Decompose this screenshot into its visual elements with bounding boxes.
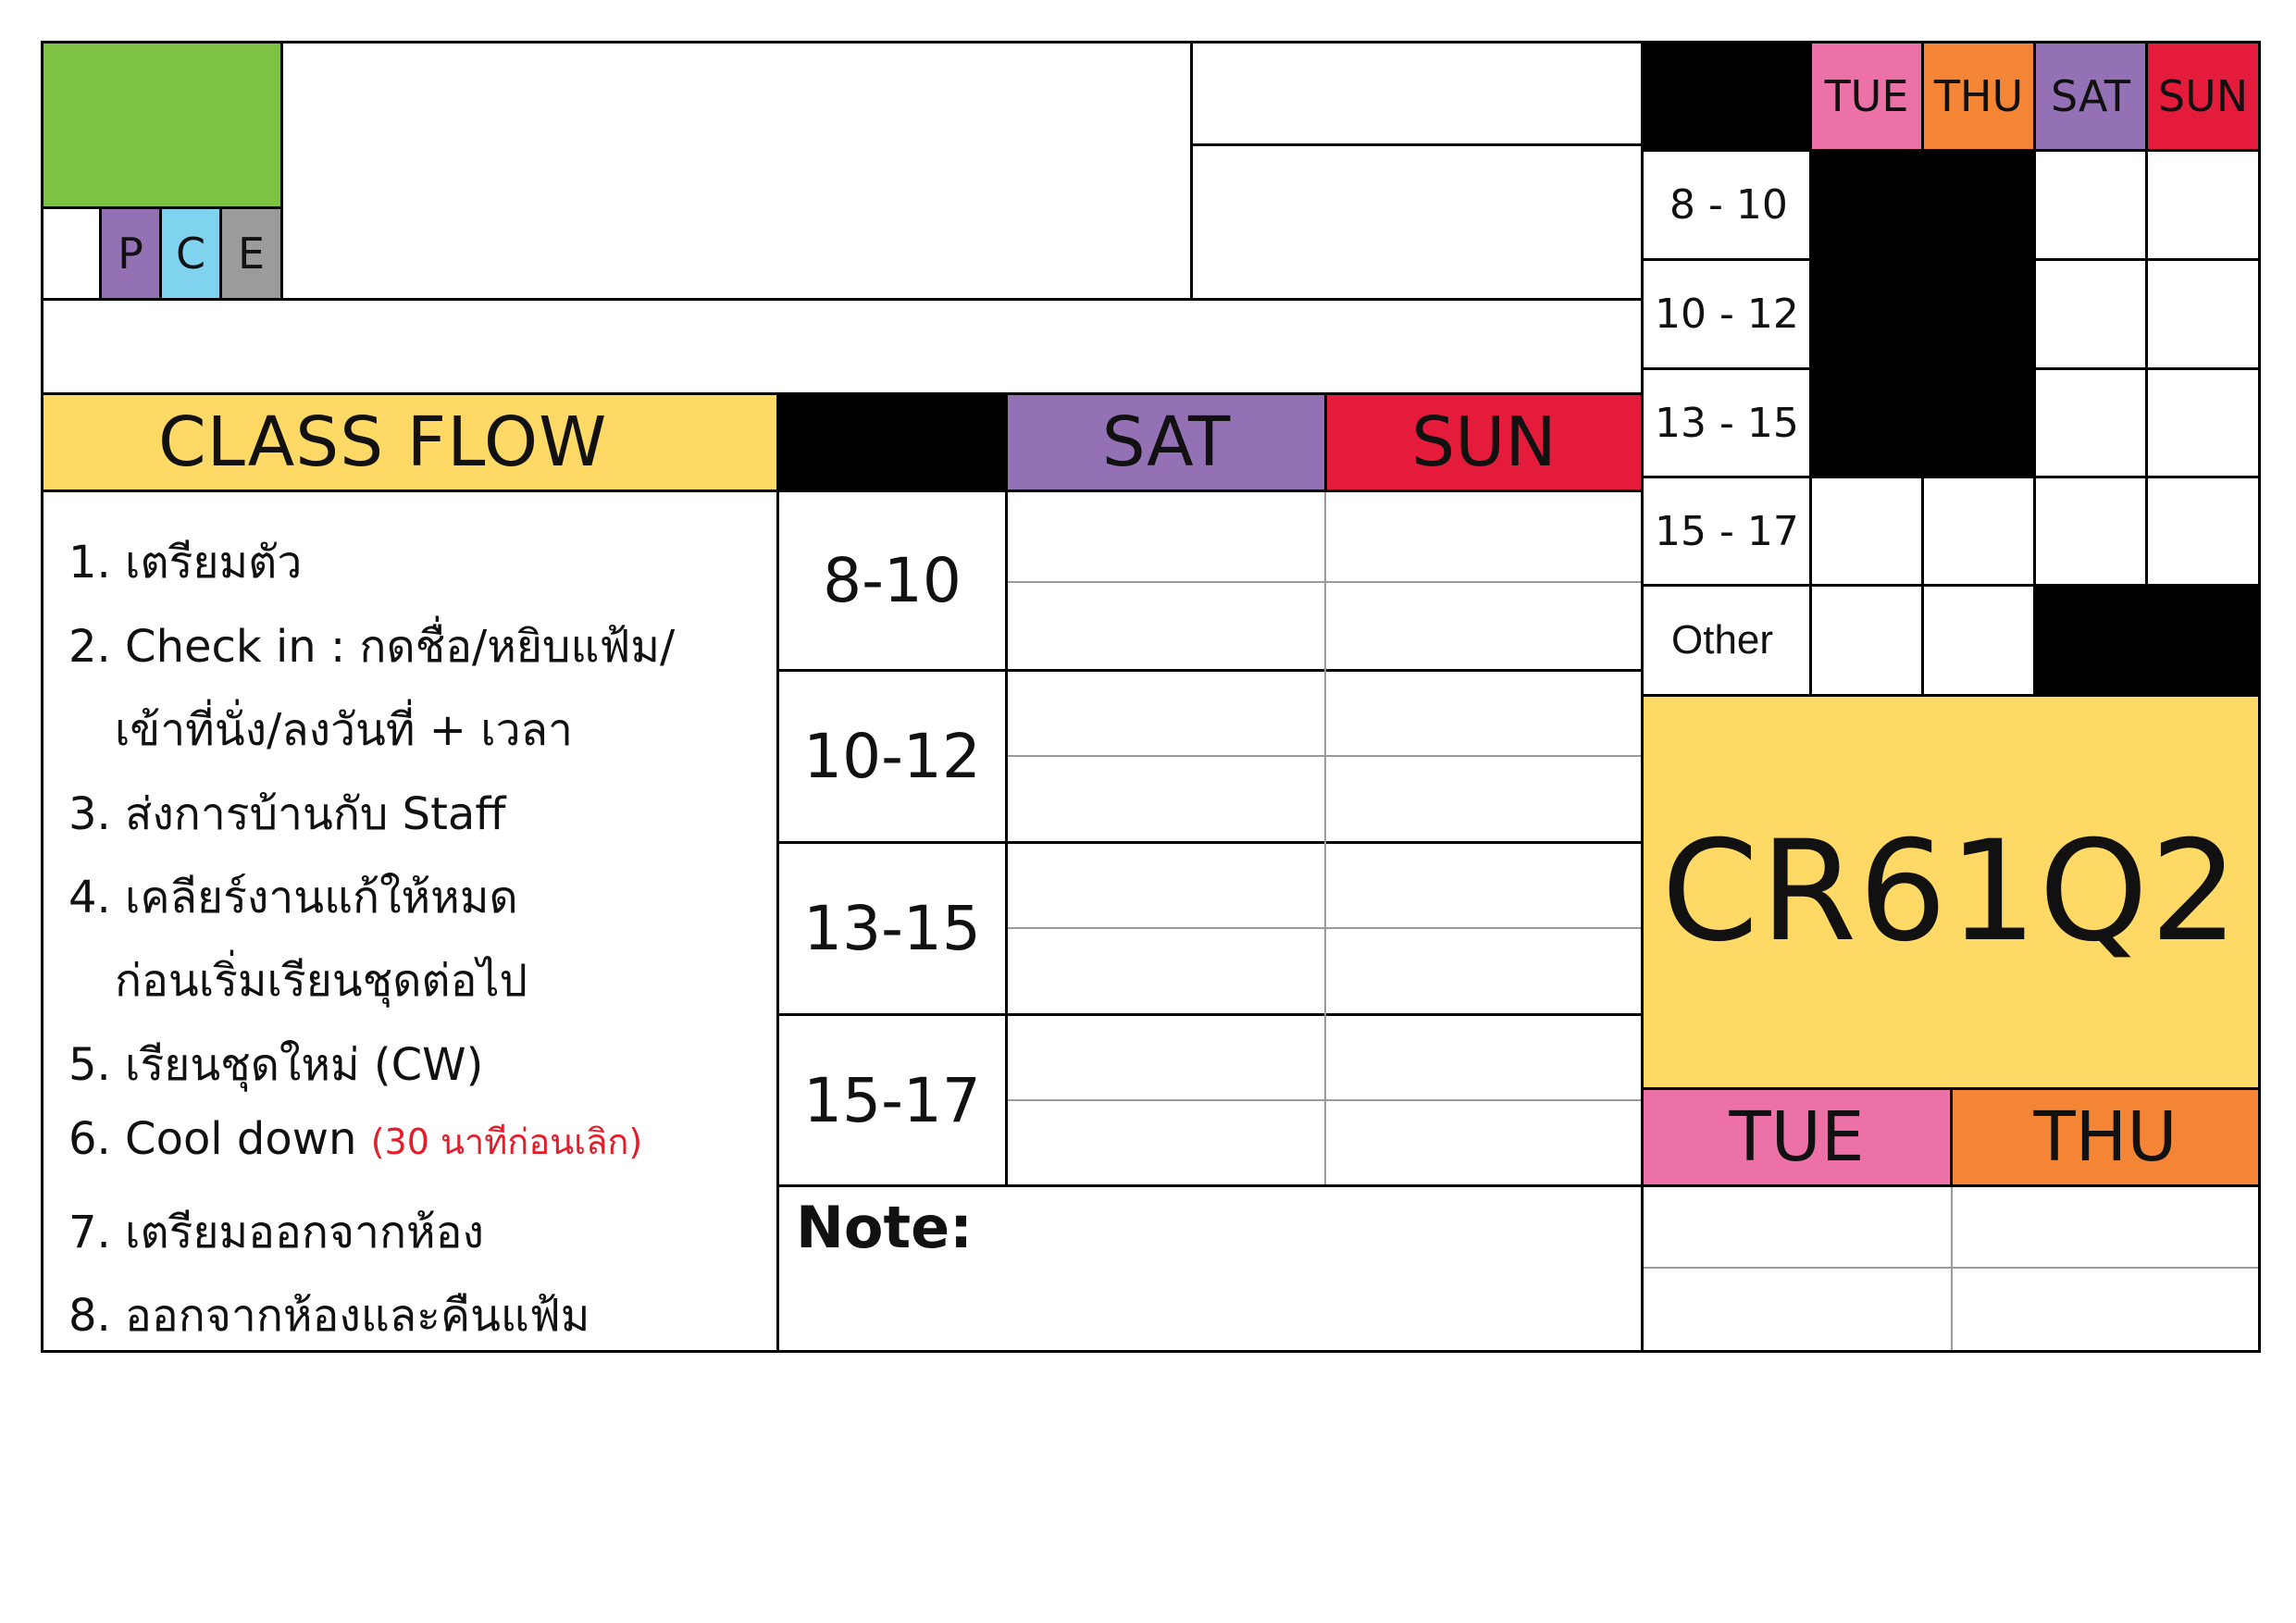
flow-item-6-note: (30 นาทีก่อนเลิก)	[370, 1121, 643, 1162]
weekend-sat-label: SAT	[1101, 403, 1231, 482]
flow-item-5: 5. เรียนชุดใหม่ (CW)	[68, 1039, 484, 1091]
grid-header-tue: TUE	[1809, 41, 1924, 152]
pce-e-label: E	[237, 229, 266, 279]
weekday-header-thu: THU	[1950, 1087, 2261, 1187]
weekend-sun-label: SUN	[1411, 403, 1557, 482]
weekend-corner	[776, 392, 1008, 492]
grid-slot-other: Other	[1641, 584, 1812, 697]
weekend-subline	[1008, 581, 1641, 583]
grid-hline	[1809, 584, 2036, 587]
grid-vline	[2033, 149, 2036, 697]
wide-field[interactable]	[41, 298, 1644, 395]
grid-slot-4: 15 - 17	[1641, 476, 1812, 587]
grid-corner	[1641, 41, 1812, 152]
flow-item-6: 6. Cool down (30 นาทีก่อนเลิก)	[68, 1113, 643, 1165]
grid-header-sat: SAT	[2033, 41, 2148, 152]
flow-item-4-cont: ก่อนเริ่มเรียนชุดต่อไป	[115, 955, 528, 1007]
flow-item-8: 8. ออกจากห้องและคืนแฟ้ม	[68, 1290, 590, 1342]
grid-slot-1: 8 - 10	[1641, 149, 1812, 261]
grid-header-thu: THU	[1921, 41, 2036, 152]
weekend-slot-3: 13-15	[776, 841, 1008, 1016]
grid-hline	[1809, 476, 2261, 478]
flow-item-2: 2. Check in : กดชื่อ/หยิบแฟ้ม/	[68, 621, 676, 673]
weekend-subline	[1008, 927, 1641, 929]
pce-p-cell: P	[99, 206, 162, 301]
info-field-bottom[interactable]	[1190, 143, 1644, 301]
name-field[interactable]	[280, 41, 1193, 301]
pce-blank-cell	[41, 206, 102, 301]
weekend-slot-2: 10-12	[776, 669, 1008, 844]
pce-e-cell: E	[219, 206, 283, 301]
weekend-slot-1: 8-10	[776, 489, 1008, 672]
logo-color-block	[41, 41, 283, 209]
weekday-col-divider	[1951, 1187, 1953, 1350]
grid-hline	[2033, 258, 2261, 261]
info-field-top[interactable]	[1190, 41, 1644, 146]
grid-hline	[2033, 367, 2261, 370]
weekend-subline	[1008, 755, 1641, 757]
pce-c-label: C	[175, 229, 206, 279]
class-code: CR61Q2	[1661, 812, 2240, 973]
weekend-subline	[1008, 1099, 1641, 1101]
grid-blocked-sat-sun-other	[2033, 584, 2261, 697]
grid-slot-3: 13 - 15	[1641, 367, 1812, 478]
class-flow-title: CLASS FLOW	[158, 403, 608, 482]
class-flow-header: CLASS FLOW	[41, 392, 779, 492]
pce-p-label: P	[118, 229, 143, 279]
grid-blocked-tue-thu	[1809, 149, 2036, 478]
flow-item-7: 7. เตรียมออกจากห้อง	[68, 1207, 484, 1258]
flow-item-3: 3. ส่งการบ้านกับ Staff	[68, 788, 506, 840]
flow-item-4: 4. เคลียร์งานแก้ให้หมด	[68, 872, 518, 923]
weekend-header-sat: SAT	[1005, 392, 1327, 492]
weekday-subline	[1644, 1267, 2258, 1269]
class-code-panel: CR61Q2	[1641, 694, 2261, 1090]
weekend-header-sun: SUN	[1324, 392, 1644, 492]
grid-header-sun: SUN	[2145, 41, 2261, 152]
weekend-slot-4: 15-17	[776, 1013, 1008, 1187]
flow-item-1: 1. เตรียมตัว	[68, 537, 303, 588]
note-label: Note:	[796, 1194, 973, 1261]
pce-c-cell: C	[159, 206, 222, 301]
weekday-header-tue: TUE	[1641, 1087, 1953, 1187]
flow-item-2-cont: เข้าที่นั่ง/ลงวันที่ + เวลา	[115, 704, 573, 756]
grid-slot-2: 10 - 12	[1641, 258, 1812, 370]
weekend-col-divider	[1324, 492, 1326, 1184]
